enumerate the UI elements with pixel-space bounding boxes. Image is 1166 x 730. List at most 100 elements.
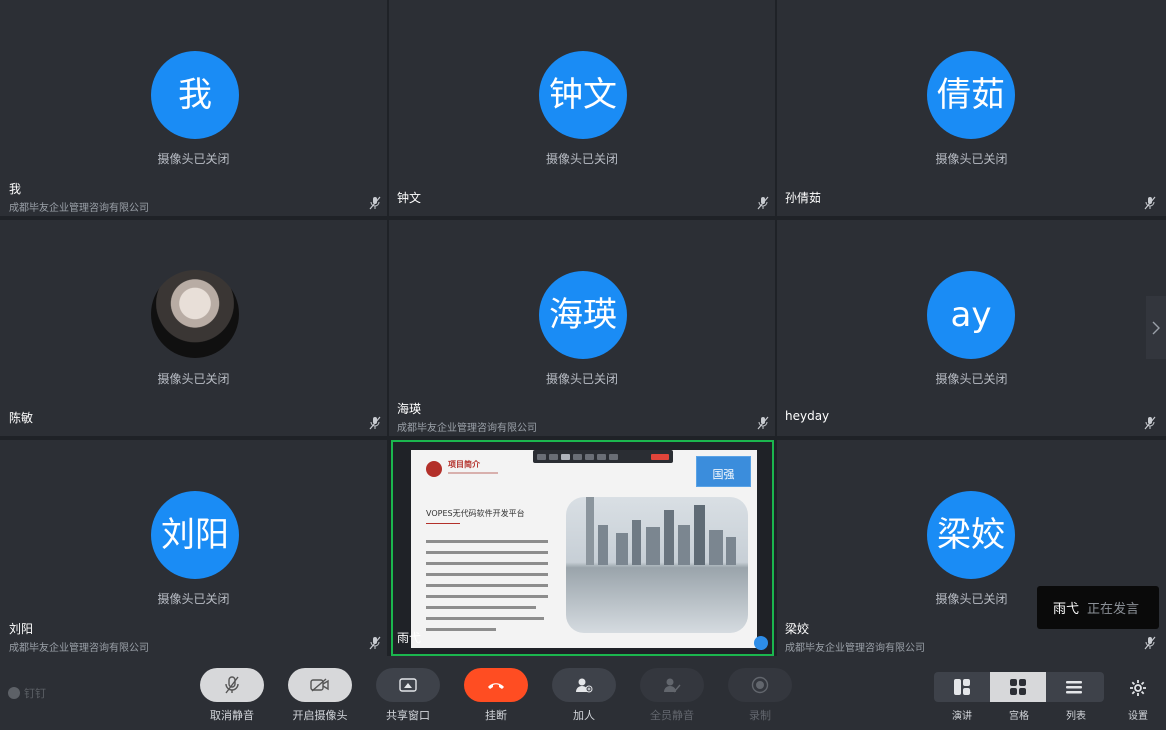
presenter-camera-pip[interactable]: 国强 (696, 456, 751, 487)
chevron-right-icon (1152, 321, 1160, 334)
mute-all-label: 全员静音 (650, 709, 694, 722)
mic-muted-icon (369, 196, 381, 210)
record-icon (751, 676, 769, 694)
participant-tile[interactable]: 摄像头已关闭 陈敏 (0, 220, 387, 436)
layout-grid-button[interactable] (990, 672, 1046, 702)
speaker-name: 雨弋 (1053, 602, 1080, 617)
active-speaker-toast: 雨弋 正在发言 (1037, 586, 1159, 629)
slide-text-line (426, 584, 548, 587)
participant-tile[interactable]: 倩茹 摄像头已关闭 孙倩茹 (777, 0, 1166, 216)
share-window-label: 共享窗口 (386, 709, 430, 722)
toolbar-icon (609, 453, 618, 460)
brand-label: 钉钉 (24, 687, 46, 700)
participant-name: heyday (785, 409, 830, 423)
settings-label: 设置 (1128, 711, 1148, 722)
hang-up-button[interactable] (464, 668, 528, 702)
mic-muted-icon (225, 676, 239, 694)
participant-name: 梁姣 (785, 622, 810, 636)
next-page-button[interactable] (1146, 296, 1166, 359)
slide-text-line (426, 540, 548, 543)
unmute-button[interactable] (200, 668, 264, 702)
add-people-label: 加人 (573, 709, 595, 722)
avatar: 我 (151, 51, 239, 139)
pip-name: 国强 (712, 468, 735, 481)
participant-name: 陈敏 (9, 411, 34, 425)
list-layout-icon (1066, 681, 1082, 694)
speaker-layout-icon (954, 679, 970, 695)
slide-divider (426, 523, 460, 524)
slide-heading: VOPES无代码软件开发平台 (426, 509, 525, 518)
mic-muted-icon (369, 416, 381, 430)
slide-subtitle-rule (448, 472, 498, 474)
slide-text-line (426, 595, 548, 598)
mute-all-button[interactable] (640, 668, 704, 702)
layout-list-button[interactable] (1046, 672, 1102, 702)
slide-text-line (426, 573, 548, 576)
camera-off-status: 摄像头已关闭 (157, 372, 230, 386)
slide-title: 项目简介 (448, 460, 480, 469)
slide-text-line (426, 562, 548, 565)
camera-off-status: 摄像头已关闭 (157, 152, 230, 166)
slide-text-line (426, 606, 536, 609)
presenter-name: 雨弋 (397, 631, 422, 645)
toolbar-icon (537, 453, 546, 460)
share-window-button[interactable] (376, 668, 440, 702)
avatar: ay (927, 271, 1015, 359)
mute-all-icon (664, 678, 681, 693)
participant-org: 成都毕友企业管理咨询有限公司 (397, 423, 537, 434)
screen-share-icon (399, 678, 417, 692)
participant-name: 刘阳 (9, 622, 34, 636)
record-button[interactable] (728, 668, 792, 702)
camera-off-status: 摄像头已关闭 (935, 372, 1008, 386)
hang-up-icon (488, 683, 504, 689)
slide-text-line (426, 617, 544, 620)
meeting-controls-bar: 钉钉 取消静音 开启摄像头 共享窗口 挂断 加人 全员静音 录制 演讲 宫格 列… (0, 656, 1166, 730)
screen-share-tile[interactable]: 项目简介 VOPES无代码软件开发平台 国强 雨弋 (391, 440, 774, 656)
camera-off-status: 摄像头已关闭 (545, 152, 618, 166)
shared-slide: 项目简介 VOPES无代码软件开发平台 国强 (411, 450, 757, 648)
layout-speaker-label: 演讲 (952, 711, 972, 722)
avatar: 倩茹 (927, 51, 1015, 139)
participant-tile[interactable]: 钟文 摄像头已关闭 钟文 (389, 0, 775, 216)
camera-on-button[interactable] (288, 668, 352, 702)
brand-logo: 钉钉 (8, 685, 46, 701)
mic-muted-icon (1144, 196, 1156, 210)
participant-org: 成都毕友企业管理咨询有限公司 (785, 643, 925, 654)
participant-name: 孙倩茹 (785, 191, 822, 205)
participant-org: 成都毕友企业管理咨询有限公司 (9, 203, 149, 214)
avatar: 梁姣 (927, 491, 1015, 579)
add-user-icon (576, 678, 593, 693)
participant-tile[interactable]: 刘阳 摄像头已关闭 刘阳 成都毕友企业管理咨询有限公司 (0, 440, 387, 656)
participant-name: 钟文 (397, 191, 422, 205)
toolbar-icon (585, 453, 594, 460)
camera-off-icon (310, 678, 329, 692)
layout-speaker-button[interactable] (934, 672, 990, 702)
participant-name: 我 (9, 182, 22, 196)
toolbar-icon (573, 453, 582, 460)
toolbar-icon (597, 453, 606, 460)
camera-off-status: 摄像头已关闭 (545, 372, 618, 386)
add-people-button[interactable] (552, 668, 616, 702)
toolbar-icon (549, 453, 558, 460)
mic-muted-icon (757, 416, 769, 430)
slide-text-line (426, 628, 496, 631)
participant-tile[interactable]: 海瑛 摄像头已关闭 海瑛 成都毕友企业管理咨询有限公司 (389, 220, 775, 436)
record-label: 录制 (749, 709, 771, 722)
camera-off-status: 摄像头已关闭 (935, 152, 1008, 166)
layout-list-label: 列表 (1066, 711, 1086, 722)
camera-on-label: 开启摄像头 (292, 709, 348, 722)
hang-up-label: 挂断 (485, 709, 507, 722)
layout-grid-label: 宫格 (1009, 711, 1029, 722)
avatar: 钟文 (539, 51, 627, 139)
toolbar-end-button (651, 453, 669, 460)
slide-logo-icon (426, 461, 442, 477)
participant-org: 成都毕友企业管理咨询有限公司 (9, 643, 149, 654)
settings-gear-icon[interactable] (1128, 678, 1148, 698)
participant-tile[interactable]: 我 摄像头已关闭 我 成都毕友企业管理咨询有限公司 (0, 0, 387, 216)
mic-muted-icon (757, 196, 769, 210)
participant-tile[interactable]: ay 摄像头已关闭 heyday (777, 220, 1166, 436)
avatar (151, 270, 239, 358)
camera-off-status: 摄像头已关闭 (157, 592, 230, 606)
dingtalk-logo-icon (8, 687, 20, 699)
skyline-image (566, 497, 748, 633)
